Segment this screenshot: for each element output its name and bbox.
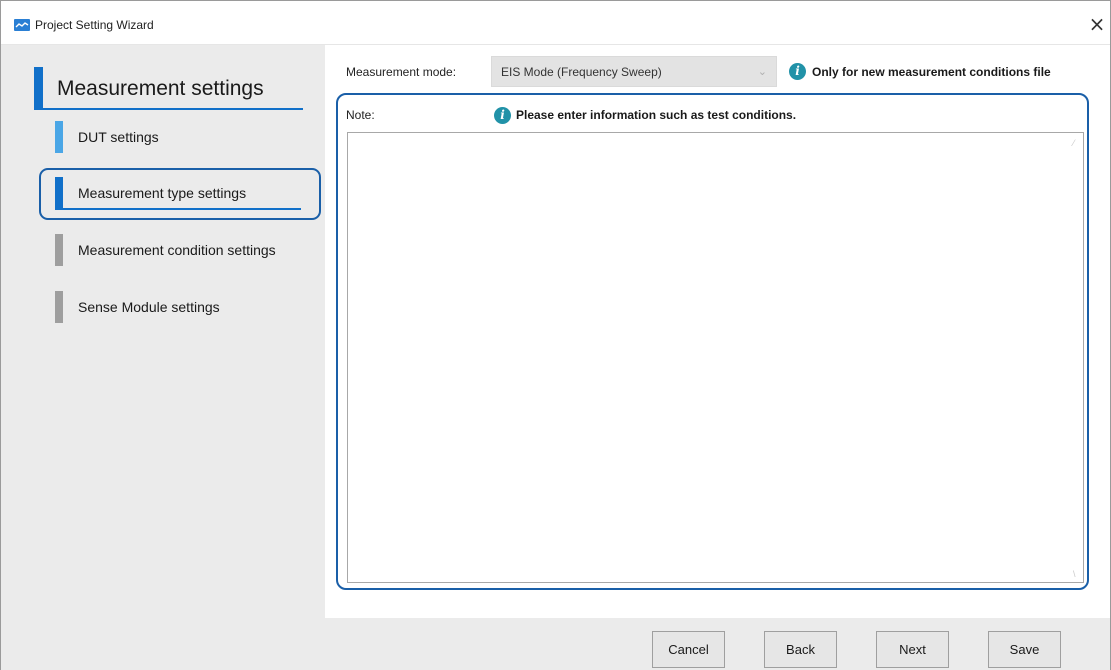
sidebar-item-label: Sense Module settings xyxy=(78,299,220,315)
next-button[interactable]: Next xyxy=(876,631,949,668)
sidebar-item-dut-settings[interactable]: DUT settings xyxy=(55,121,305,153)
sidebar-item-label: Measurement type settings xyxy=(78,185,247,201)
measurement-mode-info-text: Only for new measurement conditions file xyxy=(812,65,1051,79)
sidebar-item-sense-module-settings[interactable]: Sense Module settings xyxy=(55,291,305,323)
sidebar-item-measurement-type-settings[interactable]: Measurement type settings xyxy=(55,177,305,210)
measurement-mode-select[interactable]: EIS Mode (Frequency Sweep) ⌄ xyxy=(491,56,777,87)
chevron-down-icon: ⌄ xyxy=(757,66,767,78)
note-label: Note: xyxy=(346,108,375,122)
save-button[interactable]: Save xyxy=(988,631,1061,668)
back-button[interactable]: Back xyxy=(764,631,837,668)
step-indicator xyxy=(55,234,63,266)
scroll-down-arrow-icon[interactable]: \ xyxy=(1073,569,1076,579)
scroll-up-arrow-icon[interactable]: ⁄ xyxy=(1073,138,1075,148)
sidebar-heading-underline xyxy=(34,108,303,110)
sidebar-item-label: Measurement condition settings xyxy=(78,242,276,258)
step-indicator xyxy=(55,121,63,153)
measurement-mode-label: Measurement mode: xyxy=(346,65,457,79)
note-hint-text: Please enter information such as test co… xyxy=(516,108,797,122)
chart-line-icon xyxy=(14,19,30,31)
step-indicator xyxy=(55,177,63,209)
cancel-button[interactable]: Cancel xyxy=(652,631,725,668)
note-textarea[interactable] xyxy=(347,132,1084,583)
measurement-mode-value: EIS Mode (Frequency Sweep) xyxy=(501,65,662,79)
project-setting-wizard-window: Project Setting Wizard × Measurement set… xyxy=(0,0,1111,670)
info-icon: i xyxy=(789,63,806,80)
info-icon: i xyxy=(494,107,511,124)
sidebar-item-label: DUT settings xyxy=(78,129,159,145)
close-icon[interactable]: × xyxy=(1085,11,1109,37)
step-indicator xyxy=(55,291,63,323)
window-title: Project Setting Wizard xyxy=(35,18,154,32)
section-accent-bar xyxy=(34,67,43,109)
title-bar: Project Setting Wizard × xyxy=(1,1,1110,45)
active-step-underline xyxy=(55,208,301,210)
sidebar-item-measurement-condition-settings[interactable]: Measurement condition settings xyxy=(55,234,305,266)
sidebar-heading: Measurement settings xyxy=(57,77,264,100)
